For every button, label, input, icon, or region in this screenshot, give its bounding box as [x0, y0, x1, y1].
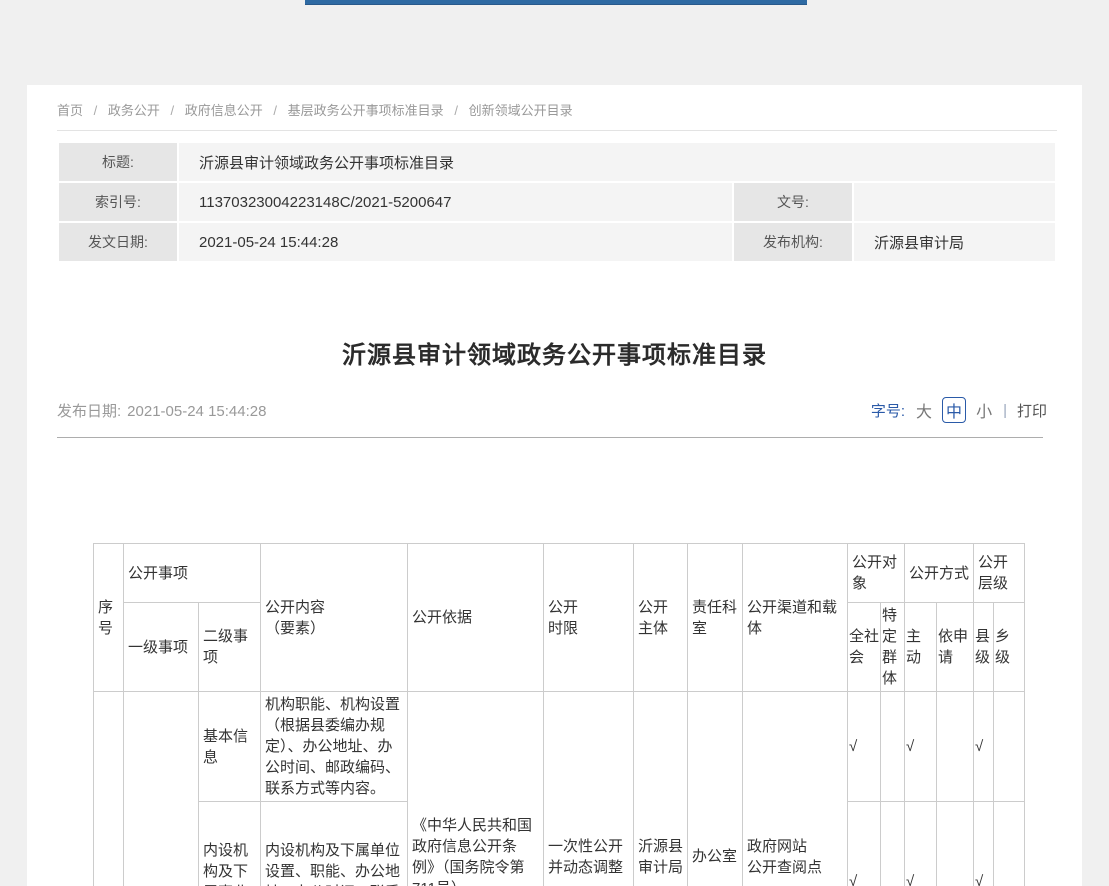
meta-index-value: 11370323004223148C/2021-5200647 — [179, 183, 732, 221]
meta-date-label: 发文日期: — [59, 223, 177, 261]
th-target-specific: 特 定 群 体 — [881, 603, 905, 692]
td-check-target-all: √ — [848, 802, 881, 886]
td-check-level-county: √ — [974, 692, 994, 802]
breadcrumb-separator: / — [94, 103, 98, 118]
meta-index-label: 索引号: — [59, 183, 177, 221]
font-size-large-button[interactable]: 大 — [916, 398, 932, 422]
td-dept: 办公室 — [688, 692, 743, 886]
breadcrumb-zwgk[interactable]: 政务公开 — [108, 103, 160, 118]
th-dept: 责任科 室 — [688, 544, 743, 692]
meta-org-label: 发布机构: — [734, 223, 852, 261]
td-time-limit: 一次性公开 并动态调整 — [544, 692, 634, 886]
th-level-county: 县 级 — [974, 603, 994, 692]
meta-row-index: 索引号: 11370323004223148C/2021-5200647 文号: — [59, 183, 1055, 221]
th-channel: 公开渠道和载 体 — [743, 544, 848, 692]
td-level1 — [124, 692, 199, 886]
td-check-target-specific — [881, 802, 905, 886]
th-method-group: 公开方式 — [905, 544, 974, 603]
meta-row-date: 发文日期: 2021-05-24 15:44:28 发布机构: 沂源县审计局 — [59, 223, 1055, 261]
meta-title-value: 沂源县审计领域政务公开事项标准目录 — [179, 143, 1055, 181]
td-check-level-township — [994, 692, 1025, 802]
td-check-method-active: √ — [905, 802, 937, 886]
content-panel: 首页 / 政务公开 / 政府信息公开 / 基层政务公开事项标准目录 / 创新领域… — [27, 85, 1082, 886]
page: { "colors": { "top_bar": "#2e6aa3", "acc… — [0, 0, 1109, 886]
th-target-group: 公开对 象 — [848, 544, 905, 603]
th-level1: 一级事项 — [124, 603, 199, 692]
td-check-method-request — [937, 802, 974, 886]
font-size-label: 字号: — [871, 400, 905, 421]
publish-info-row: 发布日期: 2021-05-24 15:44:28 字号: 大 中 小 | 打印 — [57, 397, 1047, 423]
td-check-target-all: √ — [848, 692, 881, 802]
breadcrumb: 首页 / 政务公开 / 政府信息公开 / 基层政务公开事项标准目录 / 创新领域… — [57, 100, 573, 119]
breadcrumb-xxgk[interactable]: 政府信息公开 — [185, 103, 263, 118]
td-channel: 政府网站 公开查阅点 — [743, 692, 848, 886]
font-size-medium-button[interactable]: 中 — [942, 397, 966, 423]
th-method-active: 主 动 — [905, 603, 937, 692]
td-check-method-active: √ — [905, 692, 937, 802]
td-check-target-specific — [881, 692, 905, 802]
catalog-table: 序 号 公开事项 公开内容 （要素） 公开依据 公开 时限 公开 主体 责任科 … — [93, 543, 1025, 886]
th-item-group: 公开事项 — [124, 544, 261, 603]
font-size-small-button[interactable]: 小 — [976, 398, 992, 422]
breadcrumb-jczwgk[interactable]: 基层政务公开事项标准目录 — [288, 103, 444, 118]
td-level2: 基本信 息 — [199, 692, 261, 802]
th-method-request: 依申 请 — [937, 603, 974, 692]
th-level2: 二级事 项 — [199, 603, 261, 692]
breadcrumb-divider — [57, 130, 1057, 131]
breadcrumb-separator: / — [273, 103, 277, 118]
font-size-controls: 字号: 大 中 小 | 打印 — [871, 397, 1047, 423]
meta-date-value: 2021-05-24 15:44:28 — [179, 223, 732, 261]
meta-title-label: 标题: — [59, 143, 177, 181]
top-nav-bar-fragment — [305, 0, 807, 5]
th-time-limit: 公开 时限 — [544, 544, 634, 692]
breadcrumb-separator: / — [454, 103, 458, 118]
th-basis: 公开依据 — [408, 544, 544, 692]
controls-divider: | — [1003, 402, 1007, 419]
publish-date-value: 2021-05-24 15:44:28 — [127, 403, 266, 420]
th-content: 公开内容 （要素） — [261, 544, 408, 692]
meta-docnum-label: 文号: — [734, 183, 852, 221]
td-content: 内设机构及下属单位 设置、职能、办公地 址、办公时间、联系 方式、负责人姓名等 — [261, 802, 408, 886]
th-target-all: 全社 会 — [848, 603, 881, 692]
document-meta-table: 标题: 沂源县审计领域政务公开事项标准目录 索引号: 1137032300422… — [57, 141, 1057, 263]
meta-org-value: 沂源县审计局 — [854, 223, 1055, 261]
td-level2: 内设机 构及下 属事业 单位 — [199, 802, 261, 886]
td-check-level-county: √ — [974, 802, 994, 886]
td-check-level-township — [994, 802, 1025, 886]
th-level-township: 乡 级 — [994, 603, 1025, 692]
meta-row-title: 标题: 沂源县审计领域政务公开事项标准目录 — [59, 143, 1055, 181]
catalog-header-row-1: 序 号 公开事项 公开内容 （要素） 公开依据 公开 时限 公开 主体 责任科 … — [94, 544, 1025, 603]
title-divider — [57, 437, 1043, 438]
th-subject: 公开 主体 — [634, 544, 688, 692]
breadcrumb-home[interactable]: 首页 — [57, 103, 83, 118]
breadcrumb-separator: / — [171, 103, 175, 118]
breadcrumb-current[interactable]: 创新领域公开目录 — [469, 103, 573, 118]
td-basis: 《中华人民共和国 政府信息公开条 例》（国务院令第 711号） — [408, 692, 544, 886]
td-seq — [94, 692, 124, 886]
publish-date-label: 发布日期: — [57, 403, 121, 420]
catalog-body-row-1: 基本信 息 机构职能、机构设置 （根据县委编办规 定）、办公地址、办 公时间、邮… — [94, 692, 1025, 802]
meta-docnum-value — [854, 183, 1055, 221]
print-button[interactable]: 打印 — [1017, 400, 1047, 421]
page-title: 沂源县审计领域政务公开事项标准目录 — [27, 335, 1082, 370]
td-content: 机构职能、机构设置 （根据县委编办规 定）、办公地址、办 公时间、邮政编码、 联… — [261, 692, 408, 802]
th-level-group: 公开 层级 — [974, 544, 1025, 603]
td-subject: 沂源县 审计局 — [634, 692, 688, 886]
td-check-method-request — [937, 692, 974, 802]
publish-date: 发布日期: 2021-05-24 15:44:28 — [57, 400, 266, 421]
th-seq: 序 号 — [94, 544, 124, 692]
